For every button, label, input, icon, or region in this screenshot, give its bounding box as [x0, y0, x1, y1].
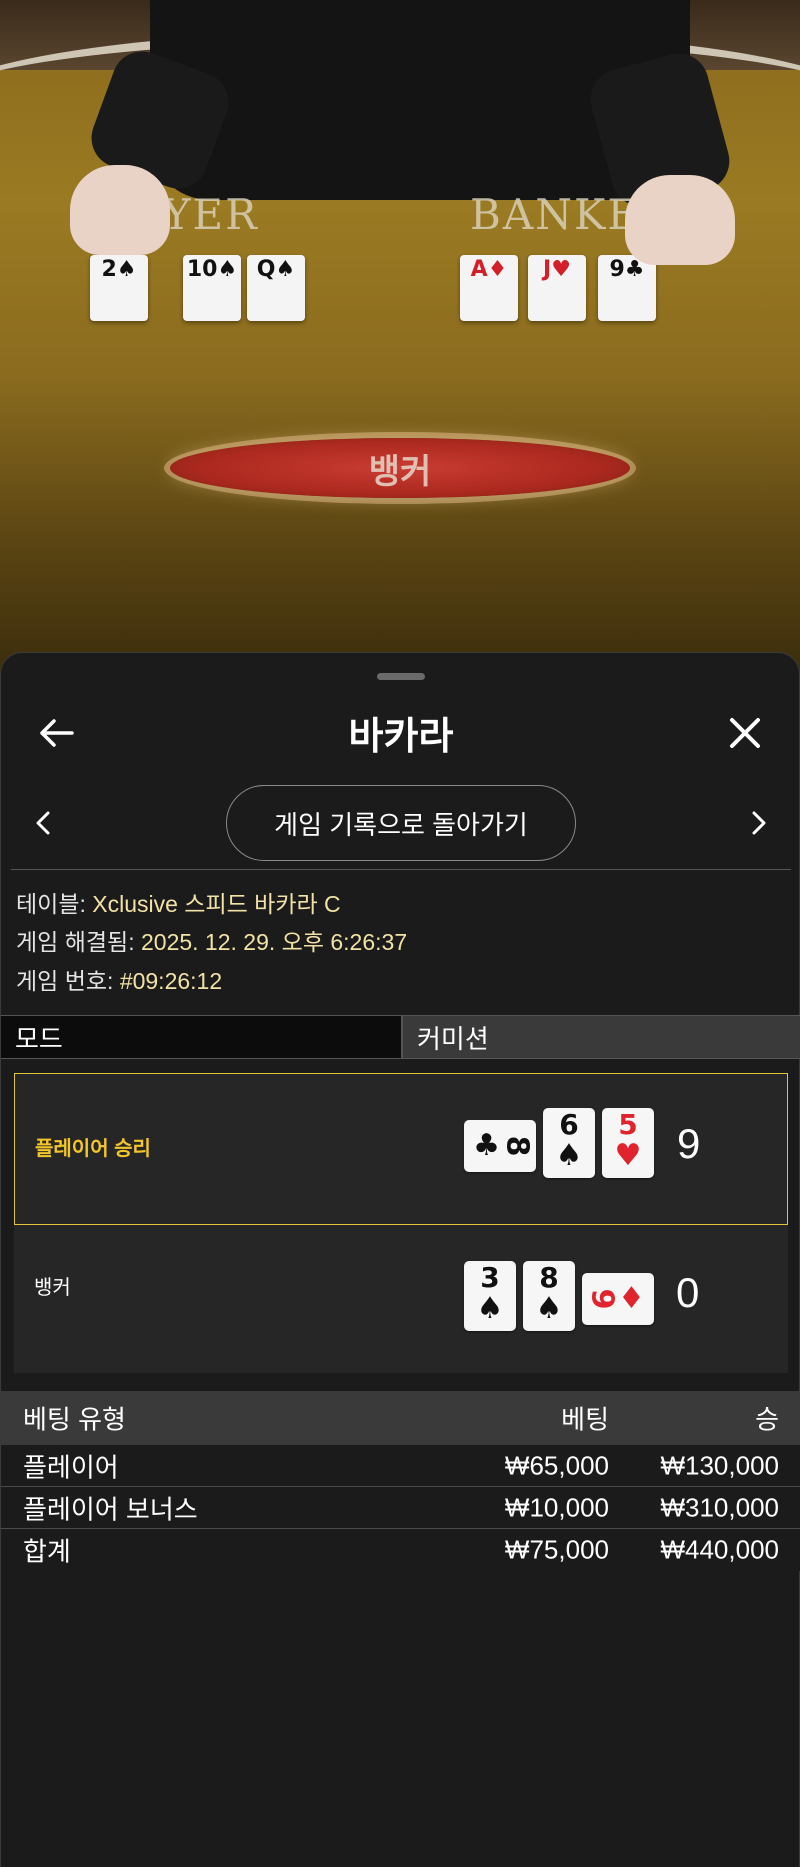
player-score: 9 [677, 1120, 701, 1167]
total-label: 합계 [23, 1536, 71, 1567]
bets-table: 베팅 유형 베팅 승 플레이어 ₩65,000 ₩130,000 플레이어 보너… [1, 1391, 800, 1571]
card-rank: 5 [618, 1108, 638, 1141]
next-round-button[interactable] [737, 801, 781, 845]
banker-card-2: 8 ♠ [523, 1261, 575, 1331]
info-resolved-key: 게임 해결됨: [16, 929, 135, 955]
round-result-text: 뱅커 [368, 452, 432, 491]
chevron-left-icon [36, 811, 50, 835]
previous-round-button[interactable] [21, 801, 65, 845]
card-rank: 6 [559, 1108, 579, 1141]
banker-hand-result: 뱅커 3 ♠ 8 ♠ 9 ♦ 0 [14, 1225, 788, 1373]
banker-hand-label: 뱅커 [34, 1277, 71, 1299]
round-result-banner: 뱅커 [170, 438, 630, 498]
tab-mode[interactable]: 모드 [1, 1016, 401, 1058]
dealer-left-hand [70, 165, 170, 255]
video-player-card-3: Q ♠ [247, 255, 305, 321]
video-banker-card-1: A ♦ [460, 255, 518, 321]
club-icon: ♣ [473, 1128, 501, 1163]
player-card-2: 6 ♠ [543, 1108, 595, 1178]
live-video-feed: PLAYER BANKER 2♠ 10♠ Q♠ A♦ J♥ 9♣ 뱅커 [0, 0, 800, 680]
table-row: 플레이어 보너스 ₩10,000 ₩310,000 [1, 1487, 800, 1529]
spade-icon: ♠ [476, 1291, 504, 1326]
bets-table-header: 베팅 유형 베팅 승 [1, 1391, 800, 1445]
player-hand-result: 플레이어 승리 ♣ 8 6 ♠ 5 ♥ 9 [14, 1073, 788, 1225]
close-button[interactable] [719, 711, 771, 755]
back-to-history-button[interactable]: 게임 기록으로 돌아가기 [226, 785, 576, 861]
banker-card-3: 9 ♦ [582, 1273, 654, 1325]
total-win: ₩440,000 [660, 1534, 779, 1565]
video-banker-card-3: 9 ♣ [598, 255, 656, 321]
page-title: 바카라 [348, 716, 454, 758]
info-resolved-value: 2025. 12. 29. 오후 6:26:37 [140, 929, 408, 955]
spade-icon: ♠ [555, 1138, 583, 1173]
header-win: 승 [755, 1404, 779, 1435]
video-player-card-2: 10 ♠ [183, 255, 241, 321]
card-rank: 9 [584, 1288, 620, 1310]
game-details-sheet: 바카라 게임 기록으로 돌아가기 테이블: Xclusive 스피드 바카라 C… [0, 652, 800, 1867]
win-amount-cell: ₩130,000 [660, 1450, 779, 1480]
chevron-right-icon [752, 811, 766, 835]
section-divider [11, 869, 791, 870]
header-bet: 베팅 [561, 1404, 609, 1435]
banker-score: 0 [676, 1269, 700, 1316]
card-rank: 8 [499, 1135, 535, 1157]
tab-commission[interactable]: 커미션 [401, 1016, 800, 1058]
round-navigation: 게임 기록으로 돌아가기 [1, 781, 800, 863]
sheet-drag-handle[interactable] [377, 673, 425, 680]
close-icon [730, 718, 760, 748]
player-card-3: 5 ♥ [602, 1108, 654, 1178]
bet-amount-cell: ₩65,000 [504, 1450, 609, 1480]
video-banker-card-2: J ♥ [528, 255, 586, 321]
banker-card-1: 3 ♠ [464, 1261, 516, 1331]
total-bet: ₩75,000 [504, 1534, 609, 1565]
table-total-row: 합계 ₩75,000 ₩440,000 [1, 1529, 800, 1571]
sheet-header: 바카라 [1, 693, 800, 773]
info-table-key: 테이블: [16, 891, 86, 917]
dealer-right-hand [625, 175, 735, 265]
mode-tabs: 모드 커미션 [1, 1015, 800, 1059]
diamond-icon: ♦ [617, 1281, 645, 1316]
info-table: 테이블: Xclusive 스피드 바카라 C [16, 889, 786, 919]
bet-amount-cell: ₩10,000 [504, 1492, 609, 1522]
info-game-number-value: #09:26:12 [119, 968, 223, 994]
info-game-number-key: 게임 번호: [16, 968, 114, 994]
bet-type-cell: 플레이어 보너스 [23, 1494, 198, 1524]
player-hand-label: 플레이어 승리 [35, 1138, 151, 1160]
spade-icon: ♠ [535, 1291, 563, 1326]
info-game-number: 게임 번호: #09:26:12 [16, 966, 786, 996]
win-amount-cell: ₩310,000 [660, 1492, 779, 1522]
heart-icon: ♥ [614, 1138, 642, 1173]
player-card-1: ♣ 8 [464, 1120, 536, 1172]
table-row: 플레이어 ₩65,000 ₩130,000 [1, 1445, 800, 1487]
header-bet-type: 베팅 유형 [23, 1404, 126, 1435]
info-resolved: 게임 해결됨: 2025. 12. 29. 오후 6:26:37 [16, 927, 786, 957]
card-rank: 8 [539, 1261, 559, 1294]
bet-type-cell: 플레이어 [23, 1452, 119, 1482]
video-player-card-1: 2 ♠ [90, 255, 148, 321]
card-rank: 3 [480, 1261, 500, 1294]
info-table-value: Xclusive 스피드 바카라 C [92, 891, 341, 917]
